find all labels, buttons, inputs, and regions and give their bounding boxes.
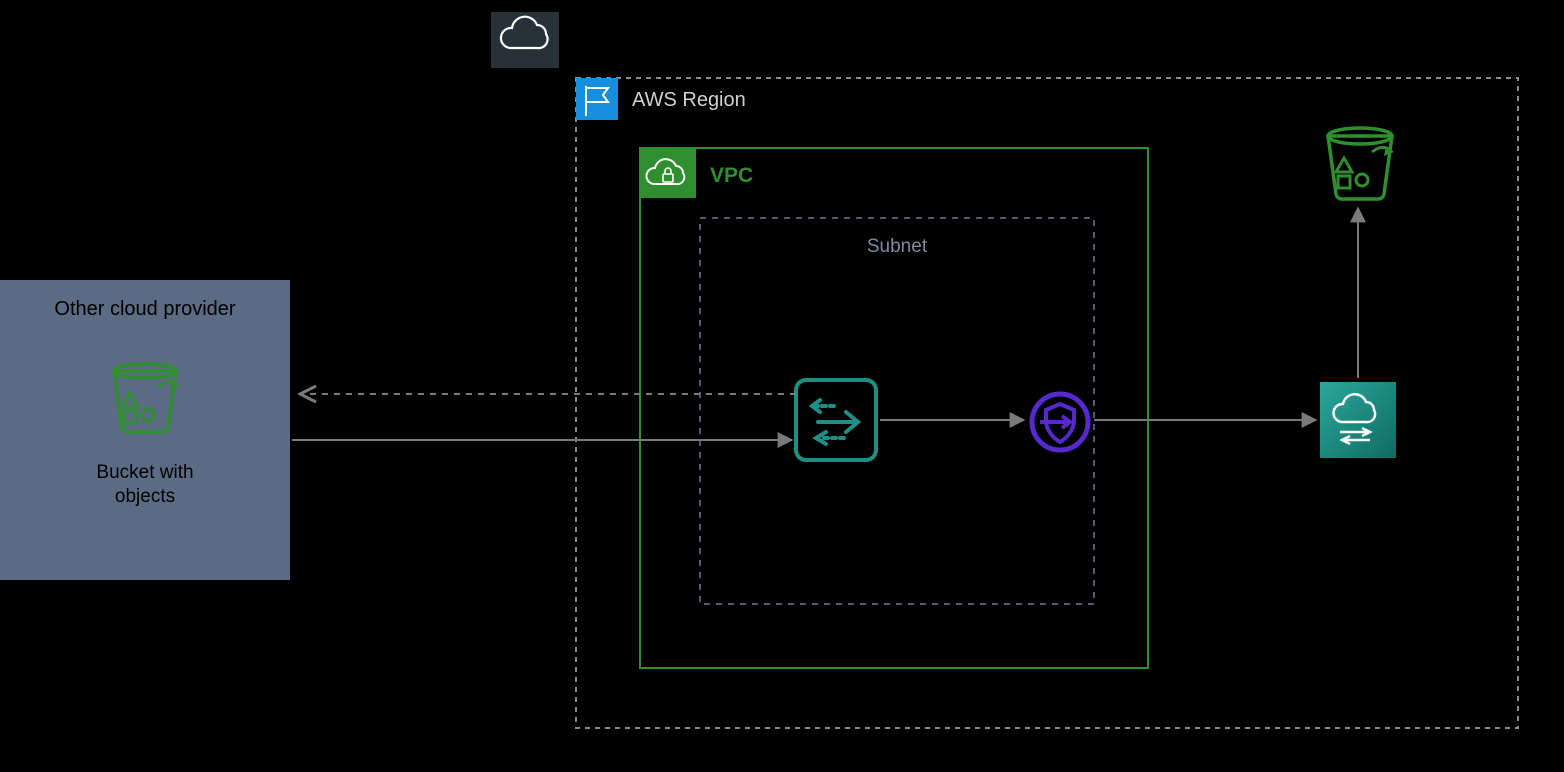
region-flag-badge — [576, 78, 618, 120]
other-cloud-provider-title: Other cloud provider — [54, 298, 236, 320]
other-cloud-provider-box: Other cloud provider Bucket with objects… — [0, 0, 290, 580]
s3-bucket-icon — [1328, 128, 1394, 199]
vpc-badge — [640, 148, 696, 198]
subnet-label: Subnet — [867, 236, 928, 257]
aws-region-label: AWS Region — [632, 89, 746, 111]
datasync-service-tile — [1320, 382, 1396, 458]
shield-service-icon — [1032, 394, 1088, 450]
bucket-caption-line2: objects — [115, 486, 175, 507]
vpc-label: VPC — [710, 164, 753, 187]
bucket-caption-line1: Bucket with — [96, 462, 193, 483]
aws-cloud-tile — [491, 12, 559, 68]
datasync-agent-icon — [796, 380, 876, 460]
